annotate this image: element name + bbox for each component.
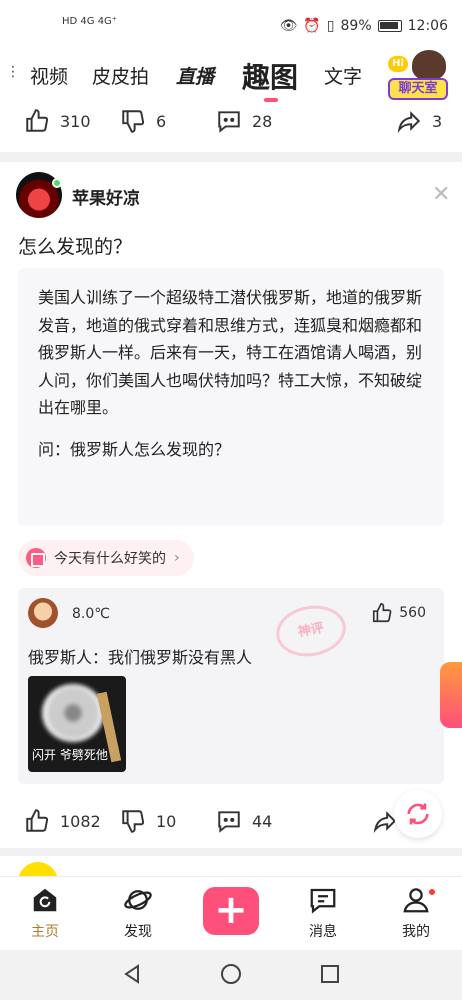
quote-body: 美国人训练了一个超级特工潜伏俄罗斯，地道的俄罗斯发音，地道的俄式穿着和思维方式，… <box>38 288 423 417</box>
tab-profile[interactable]: 我的 <box>381 885 451 941</box>
notification-dot <box>427 887 437 897</box>
share-icon <box>397 111 421 133</box>
like-button[interactable]: 310 <box>24 108 91 134</box>
comment-button[interactable]: 28 <box>216 108 272 134</box>
comment-count: 44 <box>252 811 273 831</box>
battery-percent: 89% <box>340 18 372 34</box>
chevron-right-icon: › <box>174 550 180 566</box>
topic-tag[interactable]: 今天有什么好笑的 › <box>18 540 194 576</box>
tab-live[interactable]: 直播 <box>176 62 214 89</box>
divider <box>0 152 462 162</box>
commenter-avatar[interactable] <box>28 598 58 628</box>
tab-funny-pics[interactable]: 趣图 <box>242 56 298 96</box>
dislike-button[interactable]: 6 <box>120 108 166 134</box>
comment-icon <box>218 111 240 133</box>
tab-text[interactable]: 文字 <box>324 62 362 89</box>
status-bar: HD 4G 4G⁺ 👁 ⏰ ▯ 89% 12:06 <box>0 0 462 52</box>
tab-video[interactable]: 视频 <box>30 62 68 89</box>
commenter-name[interactable]: 8.0℃ <box>72 606 110 622</box>
home-icon <box>33 888 57 912</box>
image-caption: 闪开 爷劈死他 <box>32 748 108 762</box>
post-author: 苹果好凉 ✕ <box>16 172 450 222</box>
recents-icon[interactable] <box>318 962 342 986</box>
tab-profile-label: 我的 <box>402 924 430 940</box>
chat-avatar-icon <box>412 50 446 80</box>
network-text: HD 4G 4G⁺ <box>62 16 118 27</box>
tab-pipipai[interactable]: 皮皮拍 <box>92 62 149 89</box>
back-icon[interactable] <box>120 962 144 986</box>
network-indicators: HD 4G 4G⁺ <box>62 16 117 27</box>
quote-question: 问：俄罗斯人怎么发现的？ <box>38 439 231 459</box>
comment-image[interactable]: 闪开 爷劈死他 <box>28 676 126 772</box>
publish-button[interactable]: + <box>203 887 259 935</box>
topic-icon <box>26 548 46 568</box>
like-button[interactable]: 1082 <box>24 808 101 834</box>
battery-icon <box>377 20 402 32</box>
thumbs-down-icon <box>122 810 145 833</box>
online-dot <box>52 178 62 188</box>
tab-messages[interactable]: 消息 <box>288 885 358 941</box>
alarm-icon: ⏰ <box>303 18 321 34</box>
post-title[interactable]: 怎么发现的？ <box>18 232 132 259</box>
thumbs-up-icon <box>26 809 49 832</box>
topic-label: 今天有什么好笑的 <box>54 551 166 567</box>
eye-icon: 👁 <box>279 18 298 34</box>
comment-like-button[interactable]: 560 <box>371 602 426 624</box>
tab-discover[interactable]: 发现 <box>103 885 173 941</box>
comment-icon <box>218 811 240 833</box>
refresh-button[interactable] <box>394 790 442 838</box>
home-circle-icon[interactable] <box>219 962 243 986</box>
message-icon <box>310 888 336 914</box>
post-actions: 1082 10 44 <box>0 808 462 848</box>
dislike-count: 10 <box>156 811 177 831</box>
tab-home-label: 主页 <box>31 924 59 940</box>
thumbs-down-icon <box>122 110 145 133</box>
tab-home[interactable]: 主页 <box>10 885 80 941</box>
comment-button[interactable]: 44 <box>216 808 272 834</box>
thumbs-up-icon <box>26 109 49 132</box>
bottom-tab-bar: 主页 发现 + 消息 我的 <box>0 876 462 950</box>
comment-text: 俄罗斯人：我们俄罗斯没有黑人 <box>28 648 253 667</box>
prev-post-actions: 310 6 28 3 <box>0 108 462 148</box>
thumbs-up-icon <box>373 603 392 623</box>
share-count: 3 <box>432 111 443 131</box>
status-right: 👁 ⏰ ▯ 89% 12:06 <box>280 18 448 34</box>
dislike-count: 6 <box>156 111 167 131</box>
system-nav-bar <box>0 950 462 1000</box>
comment-like-count: 560 <box>399 605 426 621</box>
next-post-peek <box>0 856 462 882</box>
share-button[interactable]: 3 <box>396 108 442 134</box>
chat-room-button[interactable]: Hi 聊天室 <box>384 50 452 104</box>
chat-hi-badge: Hi <box>388 56 408 72</box>
quote-box[interactable]: 美国人训练了一个超级特工潜伏俄罗斯，地道的俄罗斯发音，地道的俄式穿着和思维方式，… <box>18 268 444 526</box>
like-count: 1082 <box>60 811 101 831</box>
like-count: 310 <box>60 111 91 131</box>
clock: 12:06 <box>407 18 448 34</box>
close-icon[interactable]: ✕ <box>432 182 450 207</box>
active-tab-indicator <box>264 98 278 102</box>
dislike-button[interactable]: 10 <box>120 808 176 834</box>
chat-room-label: 聊天室 <box>388 78 448 100</box>
vibrate-icon: ▯ <box>326 18 335 34</box>
floating-activity-icon[interactable] <box>440 662 462 728</box>
refresh-icon <box>407 803 429 825</box>
tab-discover-label: 发现 <box>124 924 152 940</box>
meme-face <box>42 684 104 742</box>
tab-messages-label: 消息 <box>309 924 337 940</box>
planet-icon <box>124 890 152 910</box>
top-comment-stamp: 神评 <box>272 600 350 662</box>
menu-dots-icon[interactable]: ⋮ <box>6 64 20 80</box>
author-name[interactable]: 苹果好凉 <box>72 184 140 209</box>
comment-count: 28 <box>252 111 273 131</box>
top-comment[interactable]: 8.0℃ 神评 560 俄罗斯人：我们俄罗斯没有黑人 闪开 爷劈死他 <box>18 588 444 784</box>
